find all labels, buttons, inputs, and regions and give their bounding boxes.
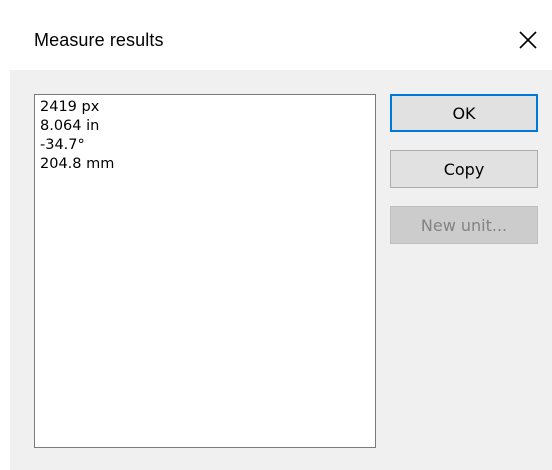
close-button[interactable]: [510, 22, 546, 58]
close-icon: [519, 31, 537, 49]
new-unit-button: New unit...: [390, 206, 538, 244]
dialog-body: 2419 px 8.064 in -34.7° 204.8 mm OK Copy…: [10, 70, 552, 470]
results-listbox[interactable]: 2419 px 8.064 in -34.7° 204.8 mm: [34, 94, 376, 448]
result-line: 204.8 mm: [40, 156, 115, 172]
copy-button[interactable]: Copy: [390, 150, 538, 188]
measure-results-dialog: Measure results 2419 px 8.064 in -34.7° …: [0, 0, 552, 470]
result-line: 8.064 in: [40, 118, 100, 134]
result-line: -34.7°: [40, 137, 85, 153]
title-bar: Measure results: [0, 0, 552, 70]
ok-button[interactable]: OK: [390, 94, 538, 132]
dialog-title: Measure results: [34, 30, 164, 50]
result-line: 2419 px: [40, 99, 100, 115]
